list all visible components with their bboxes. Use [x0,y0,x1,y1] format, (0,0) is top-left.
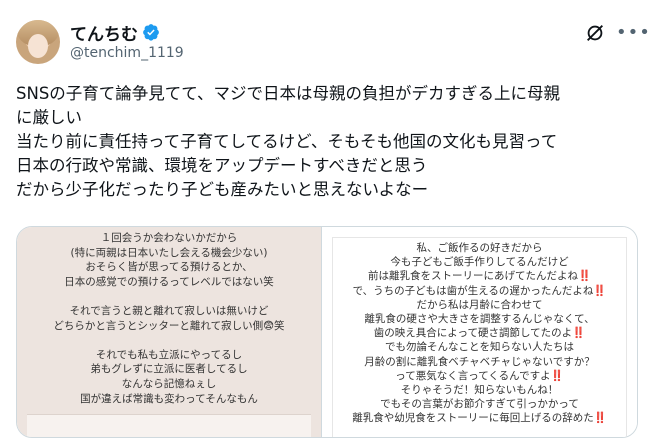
media-right-line: そりゃそうだ！知らないもんね！ [400,384,559,396]
media-image-right[interactable]: 私、ご飯作るの好きだから今も子どもご飯手作りしてるんだけど 前は離乳食をストーリー… [322,227,637,437]
media-left-line: 弟もグレずに立派に医者してるし [90,363,248,376]
media-left-footer [27,414,311,437]
tweet-media[interactable]: １回会うか会わないかだから (特に両親は日本いたし会える機会少ない) おそらく皆が思… [16,226,638,438]
media-right-line: って悪気なく言ってくるんですよ‼️ [395,369,564,382]
media-right-line: 離乳食や幼児食をストーリーに毎回上げるの辞めた‼️ [352,412,607,425]
media-right-line: 離乳食の硬さや大きさを調整するんじゃなくて、 [364,313,595,325]
media-right-line: でも勿論そんなことを知らない人たちは [385,341,574,354]
tweet-text: SNSの子育て論争見てて、マジで日本は母親の負担がデカすぎる上に母親 に厳しい … [16,84,560,199]
more-icon[interactable]: ••• [616,22,648,43]
author-handle[interactable]: @tenchim_1119 [70,45,184,61]
verified-badge-icon [143,24,159,41]
media-left-line: どちらかと言うとシッターと離れて寂しい側😨笑 [53,319,285,332]
media-right-line: でもその言葉がお節介すぎて引っかかって [380,398,579,411]
media-right-line: 私、ご飯作るの好きだから [416,242,543,254]
media-left-line: それでも私も立派にやってるし [95,348,243,361]
media-left-line: それで言うと親と離れて寂しいは無いけど [69,305,269,317]
media-left-line: 国が違えば常識も変わってそんなもん [80,392,258,405]
media-left-line: 日本の感覚での預けるってレベルではない笑 [64,275,274,288]
media-right-line: で、うちの子どもは歯が生えるの遅かったんだよね‼️ [352,284,607,297]
grok-icon[interactable] [584,22,606,44]
media-right-line: 今も子どもご飯手作りしてるんだけど [390,256,569,269]
media-left-line: (特に両親は日本いたし会える機会少ない) [70,246,268,259]
media-right-line: 月齢の割に離乳食ベチャベチャじゃないですか？ [364,355,595,368]
media-right-line: 歯の映え具合によって硬さ調節してたのよ‼️ [373,327,586,340]
media-right-line: 前は離乳食をストーリーにあげてたんだよね‼️ [367,270,592,283]
avatar[interactable] [16,20,60,64]
display-name[interactable]: てんちむ [70,20,138,45]
avatar-face [28,34,48,58]
media-left-line: なんなら記憶ねぇし [121,378,217,390]
media-right-line: だから私は月齢に合わせて [416,298,543,311]
media-left-line: おそらく皆が思ってる預けるとか、 [85,261,253,274]
media-left-line: １回会うか会わないかだから [100,232,238,244]
media-image-left[interactable]: １回会うか会わないかだから (特に両親は日本いたし会える機会少ない) おそらく皆が思… [17,227,322,437]
author-name-row: てんちむ [70,20,160,45]
